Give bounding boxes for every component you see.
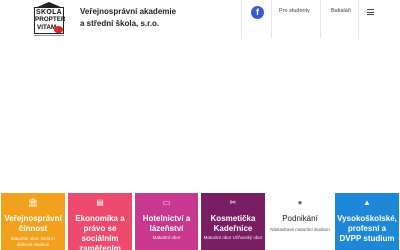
school-title-line2: a střední škola, s.r.o. xyxy=(80,19,160,28)
nav-divider xyxy=(320,0,321,38)
tile-title: Ekonomika a právo se sociálním zaměřením xyxy=(75,214,125,250)
tile-subtitle: Nástavbové maturitní studium xyxy=(270,227,330,232)
nav-divider xyxy=(271,0,272,38)
tile-subtitle: Maturitní obor Učňovský obor xyxy=(203,235,263,240)
tile-ekonomika-a-pravo[interactable]: ▤ Ekonomika a právo se sociálním zaměřen… xyxy=(68,193,132,250)
person-icon: ● xyxy=(297,198,303,207)
tile-title: Hotelnictví a lázeňství xyxy=(142,214,191,233)
scissors-icon: ✂ xyxy=(229,198,237,207)
tile-kosmeticka-kadernice[interactable]: ✂ Kosmetička Kadeřnice Maturitní obor Uč… xyxy=(201,193,265,250)
school-title-line1: Veřejnosprávní akademie xyxy=(80,7,177,16)
logo-text-line2: PROPTER xyxy=(35,16,66,23)
nav-divider xyxy=(358,0,359,38)
school-logo[interactable]: ŠKOLA PROPTER VITAM xyxy=(32,2,66,36)
study-programs-tiles: 🏛 Veřejnosprávní činnost Maturitní obor.… xyxy=(0,193,400,250)
nav-link-pro-studenty[interactable]: Pro studenty xyxy=(279,8,310,14)
school-title[interactable]: Veřejnosprávní akademie a střední škola,… xyxy=(80,6,176,30)
logo-red-mark xyxy=(54,26,63,33)
facebook-icon[interactable]: f xyxy=(251,6,264,19)
tile-title: Veřejnosprávní činnost xyxy=(4,214,62,233)
tile-vysokoskolske-studium[interactable]: ▲ Vysokoškolské, profesní a DVPP studium xyxy=(335,193,399,250)
hamburger-icon[interactable] xyxy=(367,9,374,15)
graduation-cap-icon: ▲ xyxy=(363,198,371,207)
logo-underline xyxy=(34,35,64,36)
tile-title: Vysokoškolské, profesní a DVPP studium xyxy=(337,214,397,243)
tile-title: Podnikání xyxy=(282,214,318,223)
tile-podnikani[interactable]: ● Podnikání Nástavbové maturitní studium xyxy=(268,193,332,250)
nav-divider xyxy=(241,0,242,38)
site-header: ŠKOLA PROPTER VITAM Veřejnosprávní akade… xyxy=(0,0,400,38)
folder-icon: ▤ xyxy=(96,198,104,207)
bank-icon: 🏛 xyxy=(27,198,39,207)
bed-icon: ▭ xyxy=(162,198,171,207)
nav-link-bakalari[interactable]: Bakaláři xyxy=(331,8,351,14)
tile-subtitle: Maturitní obor xyxy=(152,235,181,240)
tile-verejnospravni-cinnost[interactable]: 🏛 Veřejnosprávní činnost Maturitní obor.… xyxy=(1,193,65,250)
tile-subtitle: Maturitní obor. Denní i dálkové studium xyxy=(10,236,56,247)
tile-title: Kosmetička Kadeřnice xyxy=(210,214,256,233)
tile-hotelnictvi[interactable]: ▭ Hotelnictví a lázeňství Maturitní obor xyxy=(135,193,198,250)
logo-text-line1: ŠKOLA xyxy=(36,9,62,16)
